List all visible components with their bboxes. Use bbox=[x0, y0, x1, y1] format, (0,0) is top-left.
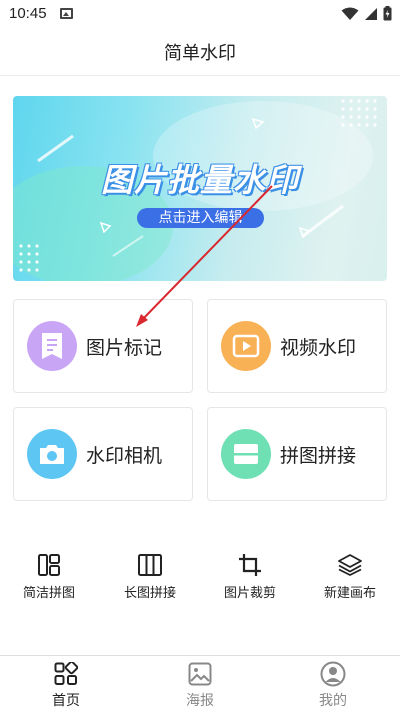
long-image-stitch-label: 长图拼接 bbox=[123, 586, 176, 601]
wifi-icon bbox=[341, 7, 359, 20]
new-canvas-tool[interactable]: 新建画布 bbox=[310, 552, 390, 601]
watermark-camera-card[interactable]: 水印相机 bbox=[13, 407, 193, 501]
gallery-notification-icon bbox=[60, 8, 73, 19]
signal-icon bbox=[365, 7, 377, 20]
layers-icon bbox=[310, 552, 390, 578]
status-indicators bbox=[341, 6, 392, 21]
collage-stitch-card[interactable]: 拼图拼接 bbox=[207, 407, 387, 501]
document-icon bbox=[27, 321, 77, 371]
watermark-camera-label: 水印相机 bbox=[86, 444, 163, 467]
simple-collage-tool[interactable]: 简洁拼图 bbox=[9, 552, 89, 601]
video-watermark-card[interactable]: 视频水印 bbox=[207, 299, 387, 393]
camera-icon bbox=[27, 429, 77, 479]
nav-profile-label: 我的 bbox=[319, 693, 347, 709]
play-icon bbox=[221, 321, 271, 371]
grid-layout-icon bbox=[9, 552, 89, 578]
profile-icon bbox=[293, 660, 373, 688]
nav-poster-label: 海报 bbox=[186, 693, 214, 709]
banner-title: 图片批量水印 bbox=[100, 161, 299, 199]
crop-icon bbox=[210, 552, 290, 578]
image-crop-tool[interactable]: 图片裁剪 bbox=[210, 552, 290, 601]
image-mark-card[interactable]: 图片标记 bbox=[13, 299, 193, 393]
nav-profile[interactable]: 我的 bbox=[293, 660, 373, 710]
long-image-stitch-tool[interactable]: 长图拼接 bbox=[110, 552, 190, 601]
app-header: 简单水印 bbox=[0, 28, 400, 76]
image-crop-label: 图片裁剪 bbox=[223, 586, 276, 601]
image-mark-label: 图片标记 bbox=[86, 336, 163, 359]
home-grid-icon bbox=[26, 660, 106, 688]
collage-stitch-label: 拼图拼接 bbox=[280, 444, 357, 467]
video-watermark-label: 视频水印 bbox=[280, 336, 357, 359]
nav-poster[interactable]: 海报 bbox=[160, 660, 240, 710]
simple-collage-label: 简洁拼图 bbox=[22, 586, 75, 601]
status-bar: 10:45 bbox=[0, 0, 400, 28]
enter-edit-button[interactable]: 点击进入编辑 bbox=[137, 208, 264, 228]
collage-icon bbox=[221, 429, 271, 479]
nav-home[interactable]: 首页 bbox=[26, 660, 106, 710]
columns-icon bbox=[110, 552, 190, 578]
image-icon bbox=[160, 660, 240, 688]
bottom-navigation: 首页 海报 我的 bbox=[0, 655, 400, 711]
new-canvas-label: 新建画布 bbox=[323, 586, 376, 601]
nav-home-label: 首页 bbox=[52, 693, 80, 709]
page-title: 简单水印 bbox=[164, 42, 236, 64]
status-time: 10:45 bbox=[9, 5, 47, 22]
battery-icon bbox=[383, 6, 392, 21]
